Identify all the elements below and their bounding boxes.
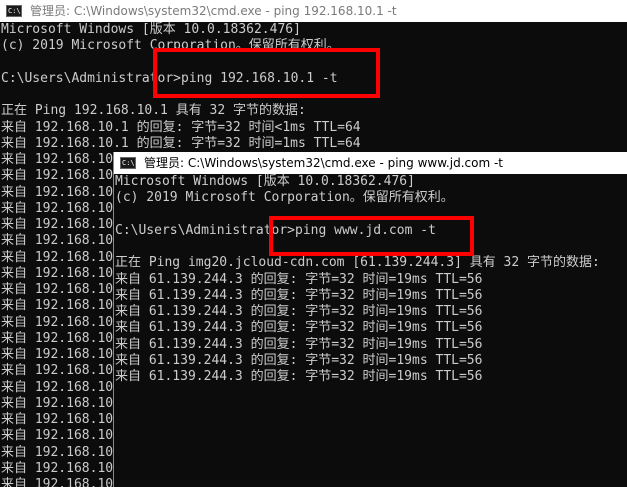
console-line: Microsoft Windows [版本 10.0.18362.476] — [1, 22, 301, 37]
console-line: 正在 Ping img20.jcloud-cdn.com [61.139.244… — [115, 255, 600, 271]
window-title: 管理员: C:\Windows\system32\cmd.exe - ping … — [30, 4, 397, 18]
console-line: 来自 61.139.244.3 的回复: 字节=32 时间=19ms TTL=5… — [115, 352, 483, 368]
title-bar[interactable]: C:\ 管理员: C:\Windows\system32\cmd.exe - p… — [114, 152, 627, 174]
console-line: (c) 2019 Microsoft Corporation。保留所有权利。 — [1, 38, 340, 54]
console-line: 来自 61.139.244.3 的回复: 字节=32 时间=19ms TTL=5… — [115, 271, 483, 287]
console-line: Microsoft Windows [版本 10.0.18362.476] — [115, 174, 415, 189]
console-line: 来自 61.139.244.3 的回复: 字节=32 时间=19ms TTL=5… — [115, 320, 483, 336]
console-line: 正在 Ping 192.168.10.1 具有 32 字节的数据: — [1, 103, 306, 119]
console-line: 来自 61.139.244.3 的回复: 字节=32 时间=19ms TTL=5… — [115, 369, 483, 384]
console-line: C:\Users\Administrator>ping www.jd.com -… — [115, 222, 436, 238]
console-line: 来自 192.168.10.1 的回复: 字节=32 时间=1ms TTL=64 — [1, 135, 361, 151]
console-line: 来自 61.139.244.3 的回复: 字节=32 时间=19ms TTL=5… — [115, 336, 483, 352]
console-line: 来自 61.139.244.3 的回复: 字节=32 时间=19ms TTL=5… — [115, 287, 483, 303]
console-line: (c) 2019 Microsoft Corporation。保留所有权利。 — [115, 190, 454, 206]
title-bar[interactable]: C:\ 管理员: C:\Windows\system32\cmd.exe - p… — [0, 0, 627, 22]
cmd-window-ping-jd[interactable]: C:\ 管理员: C:\Windows\system32\cmd.exe - p… — [113, 152, 627, 487]
console-output[interactable]: Microsoft Windows [版本 10.0.18362.476] (c)… — [114, 174, 627, 487]
console-line: 来自 192.168.10.1 的回复: 字节=32 时间<1ms TTL=64 — [1, 119, 361, 135]
cmd-icon: C:\ — [120, 157, 136, 169]
cmd-icon: C:\ — [6, 5, 22, 17]
console-line: C:\Users\Administrator>ping 192.168.10.1… — [1, 70, 338, 86]
window-title: 管理员: C:\Windows\system32\cmd.exe - ping … — [144, 156, 503, 170]
console-line: 来自 61.139.244.3 的回复: 字节=32 时间=19ms TTL=5… — [115, 304, 483, 319]
